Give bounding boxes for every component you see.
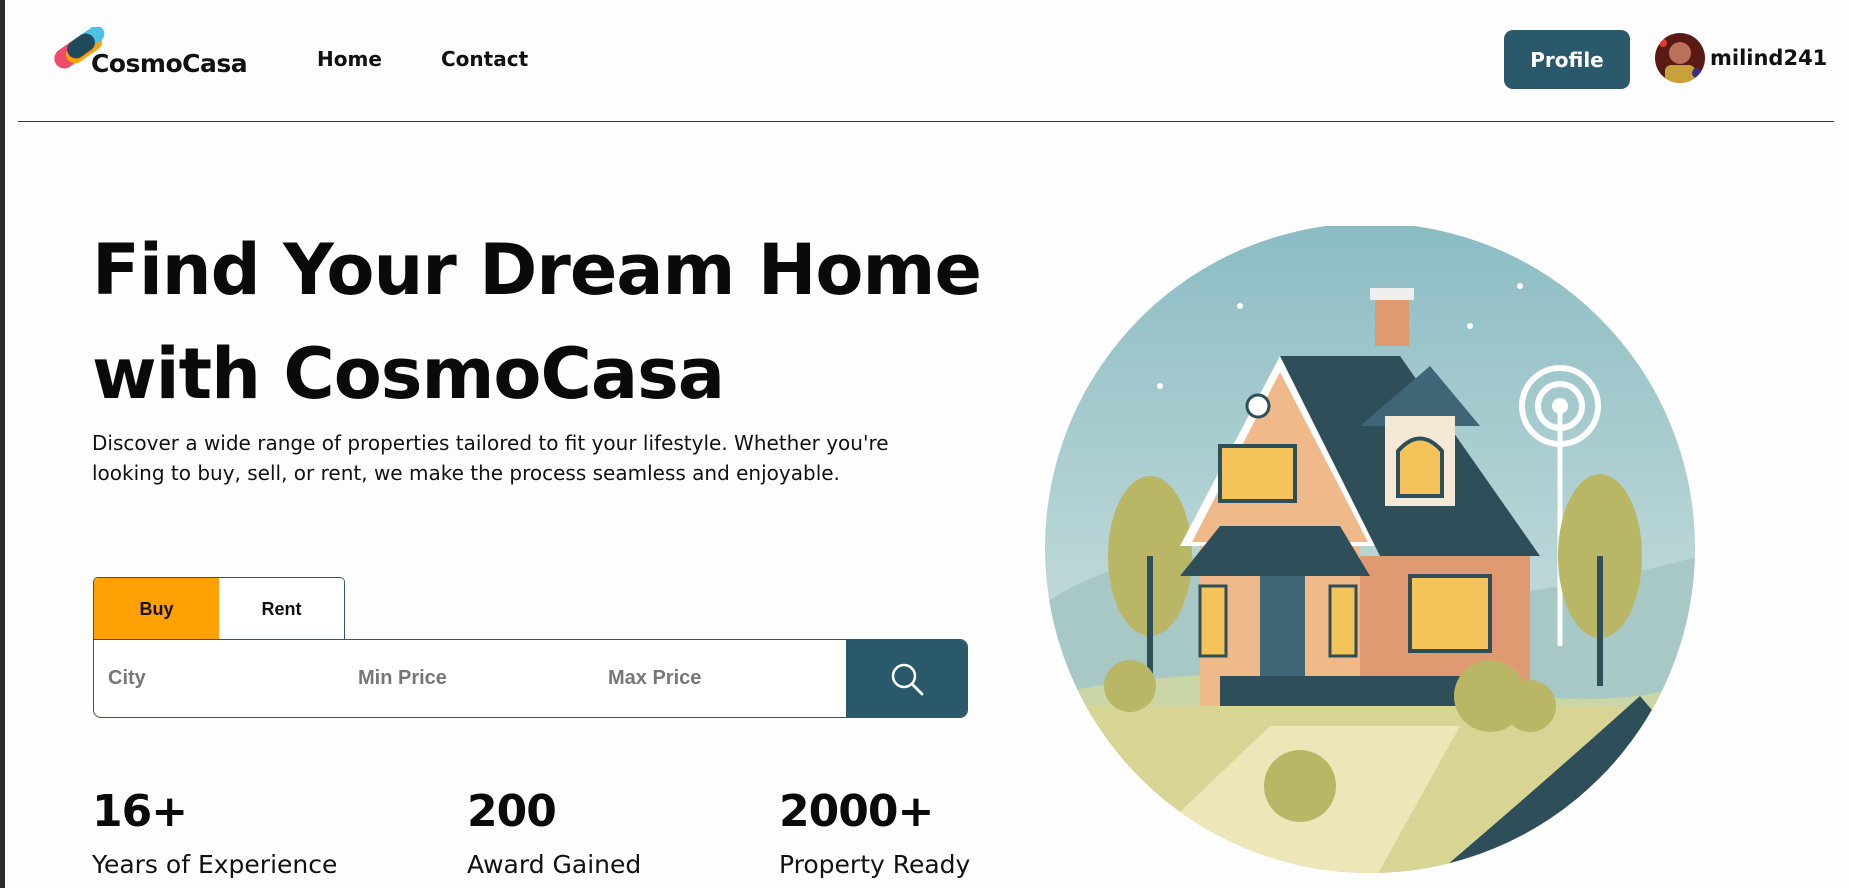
hero-title-line1: Find Your Dream Home	[92, 229, 982, 311]
city-input[interactable]	[94, 640, 344, 717]
brand-logo[interactable]: CosmoCasa	[46, 27, 248, 83]
header-divider	[18, 121, 1834, 122]
search-icon	[891, 663, 923, 695]
stat-properties-label: Property Ready	[779, 850, 971, 879]
profile-button[interactable]: Profile	[1504, 30, 1630, 89]
username[interactable]: milind241	[1710, 46, 1827, 70]
stat-experience-value: 16+	[92, 786, 188, 837]
brand-name: CosmoCasa	[91, 49, 248, 78]
listing-type-tabs: Buy Rent	[93, 577, 345, 640]
stat-awards-value: 200	[467, 786, 557, 837]
tab-rent[interactable]: Rent	[219, 578, 344, 640]
hero-description: Discover a wide range of properties tail…	[92, 431, 889, 485]
min-price-input[interactable]	[344, 640, 594, 717]
hero-title-line2: with CosmoCasa	[92, 333, 725, 415]
hero-title: Find Your Dream Home with CosmoCasa	[92, 218, 992, 426]
property-search-bar	[93, 639, 968, 718]
house-illustration	[1045, 226, 1695, 873]
nav-contact-link[interactable]: Contact	[441, 47, 528, 71]
stat-properties-value: 2000+	[779, 786, 934, 837]
max-price-input[interactable]	[594, 640, 844, 717]
user-avatar-icon	[1655, 33, 1705, 83]
tab-buy[interactable]: Buy	[94, 578, 219, 640]
window-edge	[0, 0, 5, 888]
stat-awards-label: Award Gained	[467, 850, 642, 879]
avatar[interactable]	[1655, 33, 1705, 83]
search-button[interactable]	[846, 640, 967, 717]
stat-experience-label: Years of Experience	[92, 850, 338, 879]
nav-home-link[interactable]: Home	[317, 47, 382, 71]
